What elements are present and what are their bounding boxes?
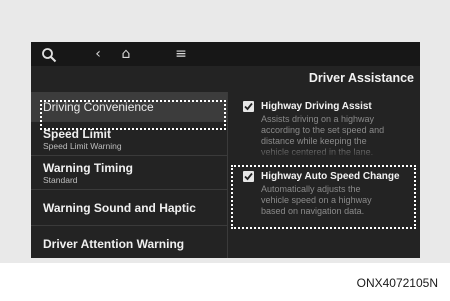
top-bar: ‹ ⌂ ≡ xyxy=(31,42,420,66)
panel-divider xyxy=(227,92,228,258)
menu-icon[interactable]: ≡ xyxy=(170,44,192,64)
infotainment-screen: ‹ ⌂ ≡ Driver Assistance Driving Convenie… xyxy=(31,42,420,258)
menu-item-driving-convenience[interactable]: Driving Convenience xyxy=(31,92,227,122)
menu-item-sublabel: Standard xyxy=(43,175,78,185)
menu-item-label: Speed Limit xyxy=(43,127,112,141)
scroll-fade xyxy=(243,146,420,160)
menu-item-warning-sound-haptic[interactable]: Warning Sound and Haptic xyxy=(31,190,227,226)
back-icon[interactable]: ‹ xyxy=(87,44,109,64)
option-title: Highway Driving Assist xyxy=(261,101,372,112)
menu-item-label: Driving Convenience xyxy=(43,100,154,114)
checkbox-checked[interactable] xyxy=(243,171,254,182)
menu-item-sublabel: Speed Limit Warning xyxy=(43,141,122,151)
home-icon[interactable]: ⌂ xyxy=(115,44,137,64)
checkbox-checked[interactable] xyxy=(243,101,254,112)
settings-menu: Driving Convenience Speed Limit Speed Li… xyxy=(31,92,227,258)
option-highway-auto-speed-change[interactable]: Highway Auto Speed Change Automatically … xyxy=(243,170,415,226)
menu-item-label: Driver Attention Warning xyxy=(43,237,185,251)
menu-item-warning-timing[interactable]: Warning Timing Standard xyxy=(31,156,227,190)
menu-item-label: Warning Timing xyxy=(43,161,133,175)
menu-item-driver-attention-warning[interactable]: Driver Attention Warning xyxy=(31,226,227,258)
figure-caption: ONX4072105N xyxy=(356,276,438,290)
search-icon[interactable] xyxy=(41,47,57,63)
option-description: Automatically adjusts the vehicle speed … xyxy=(261,184,372,216)
menu-item-speed-limit[interactable]: Speed Limit Speed Limit Warning xyxy=(31,122,227,156)
page-title: Driver Assistance xyxy=(308,71,414,85)
option-title: Highway Auto Speed Change xyxy=(261,171,400,182)
menu-item-label: Warning Sound and Haptic xyxy=(43,201,196,215)
